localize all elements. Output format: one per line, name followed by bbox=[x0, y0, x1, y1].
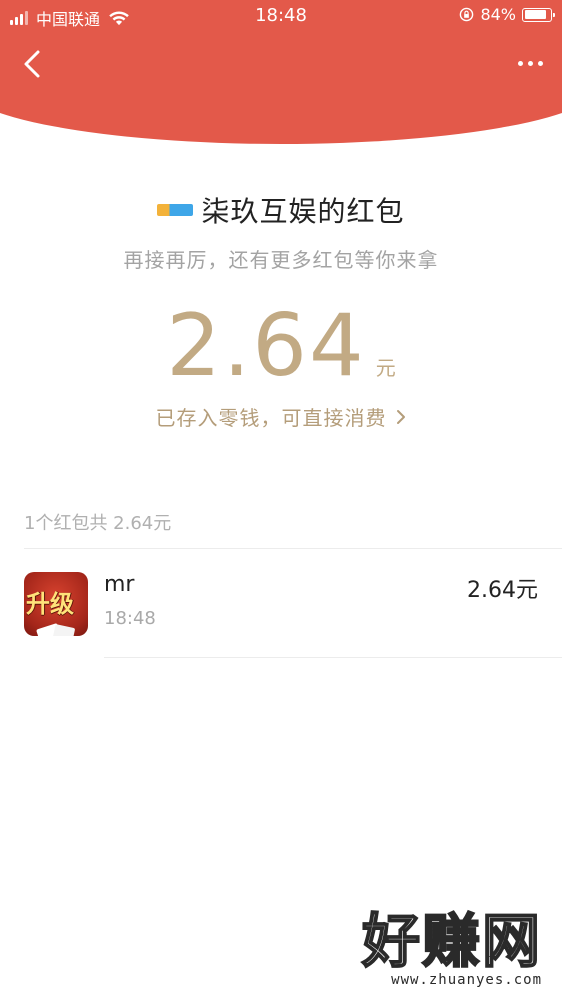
packet-summary: 1个红包共 2.64元 bbox=[24, 513, 172, 534]
sender-logo-icon bbox=[157, 204, 194, 216]
list-item[interactable]: 升级 mr 18:48 2.64元 bbox=[0, 560, 562, 650]
stored-text: 已存入零钱，可直接消费 bbox=[155, 406, 387, 430]
receive-amount: 2.64元 bbox=[467, 578, 538, 603]
chevron-right-icon bbox=[396, 409, 405, 424]
sender-name: 柒玖互娱的红包 bbox=[201, 195, 405, 228]
battery-icon bbox=[522, 7, 555, 22]
amount-unit: 元 bbox=[375, 356, 396, 380]
red-packet-detail-page: 中国联通 18:48 84% 柒玖互娱的红包 再接再厉，还有更多红包等你来拿 2… bbox=[0, 0, 562, 999]
receiver-name: mr bbox=[104, 572, 135, 597]
watermark-url: www.zhuanyes.com bbox=[391, 972, 542, 988]
rotation-lock-icon bbox=[460, 7, 474, 22]
amount-value: 2.64 bbox=[166, 296, 366, 396]
more-button[interactable] bbox=[510, 48, 550, 78]
chevron-left-icon bbox=[24, 50, 40, 78]
back-button[interactable] bbox=[14, 44, 54, 84]
avatar-text: 升级 bbox=[26, 589, 74, 618]
watermark-logo-text: 好赚网 bbox=[361, 907, 542, 975]
status-right: 84% bbox=[459, 5, 555, 24]
status-bar: 中国联通 18:48 84% bbox=[0, 0, 562, 34]
avatar: 升级 bbox=[24, 572, 88, 636]
playing-card-icon bbox=[52, 624, 76, 636]
amount-row: 2.64 元 bbox=[0, 296, 562, 396]
list-divider bbox=[104, 657, 562, 658]
stored-to-change-link[interactable]: 已存入零钱，可直接消费 bbox=[0, 402, 562, 431]
battery-percent: 84% bbox=[480, 5, 516, 24]
watermark: 好赚网 www.zhuanyes.com bbox=[361, 907, 542, 988]
more-dots-icon bbox=[515, 60, 545, 66]
receive-time: 18:48 bbox=[104, 608, 156, 629]
sender-row: 柒玖互娱的红包 bbox=[0, 190, 562, 230]
subtitle: 再接再厉，还有更多红包等你来拿 bbox=[123, 248, 439, 272]
list-divider bbox=[24, 548, 562, 549]
